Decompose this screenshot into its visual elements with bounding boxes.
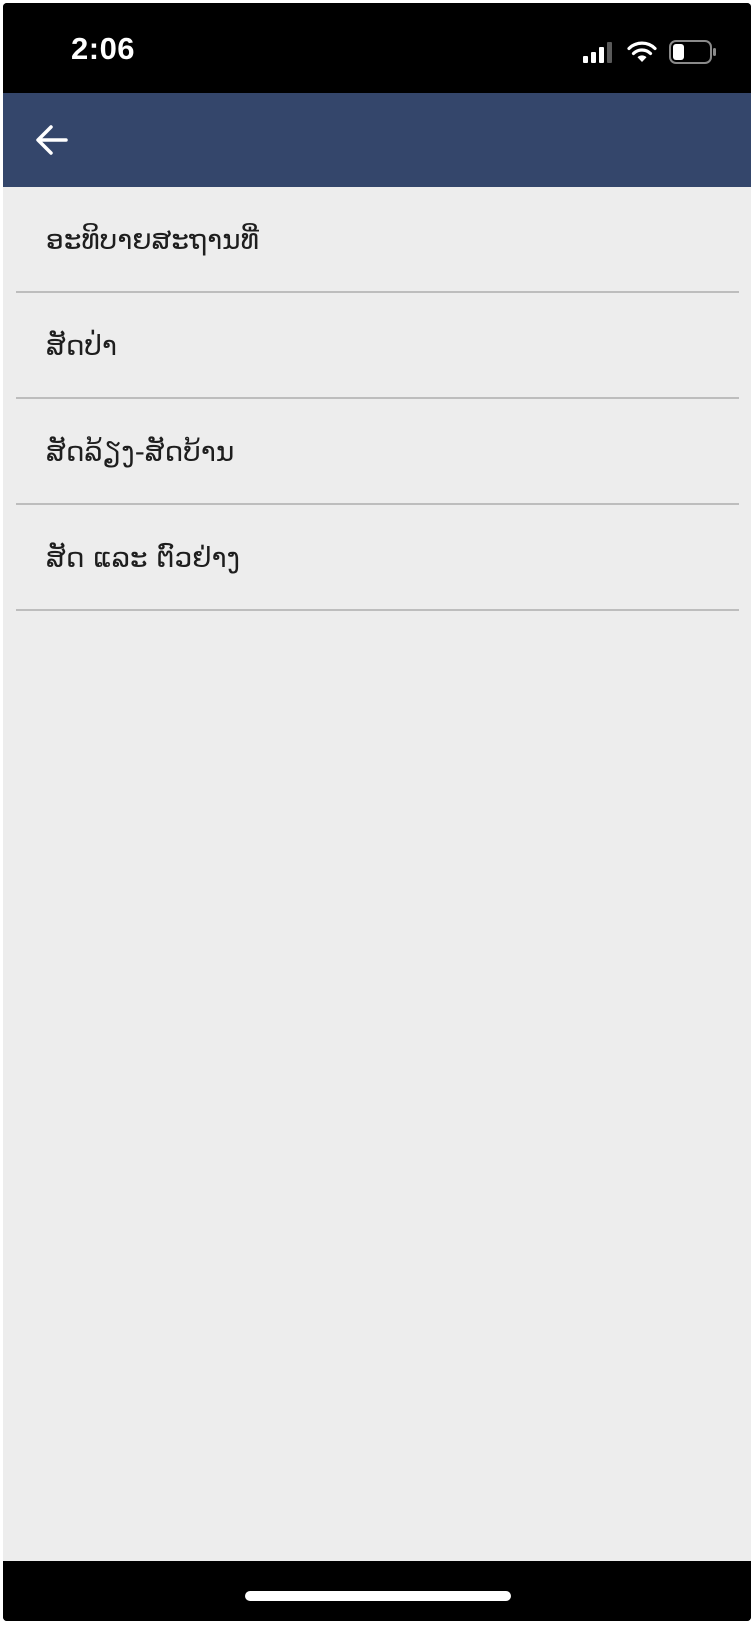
menu-list: ອະທິບາຍສະຖານທີ່ ສັດປ່າ ສັດລ້ຽງ-ສັດບ້ານ ສ… [16, 187, 739, 611]
status-time: 2:06 [71, 31, 136, 66]
phone-screen: 2:06 ອະທິບາຍສະຖານທີ່ ສັດປ່າ ສັດລ້ຽງ-ສັດບ… [3, 3, 751, 1621]
list-item-label: ສັດລ້ຽງ-ສັດບ້ານ [46, 434, 235, 468]
list-item-pets-domestic-animals[interactable]: ສັດລ້ຽງ-ສັດບ້ານ [16, 399, 739, 505]
home-indicator[interactable] [245, 1591, 511, 1601]
home-indicator-area [3, 1561, 751, 1621]
wifi-icon [627, 41, 657, 62]
content-area: ອະທິບາຍສະຖານທີ່ ສັດປ່າ ສັດລ້ຽງ-ສັດບ້ານ ສ… [3, 187, 751, 1561]
app-bar [3, 93, 751, 187]
back-button[interactable] [27, 115, 77, 165]
battery-icon [669, 40, 716, 64]
status-bar: 2:06 [3, 3, 751, 93]
list-item-label: ສັດປ່າ [46, 328, 118, 362]
status-icons [583, 39, 717, 65]
list-item-place-description[interactable]: ອະທິບາຍສະຖານທີ່ [16, 187, 739, 293]
list-item-animals-and-examples[interactable]: ສັດ ແລະ ຕົວຢ່າງ [16, 505, 739, 611]
signal-icon [583, 42, 612, 63]
arrow-left-icon [36, 125, 68, 155]
list-item-wild-animals[interactable]: ສັດປ່າ [16, 293, 739, 399]
list-item-label: ອະທິບາຍສະຖານທີ່ [46, 222, 259, 256]
list-item-label: ສັດ ແລະ ຕົວຢ່າງ [46, 540, 241, 574]
